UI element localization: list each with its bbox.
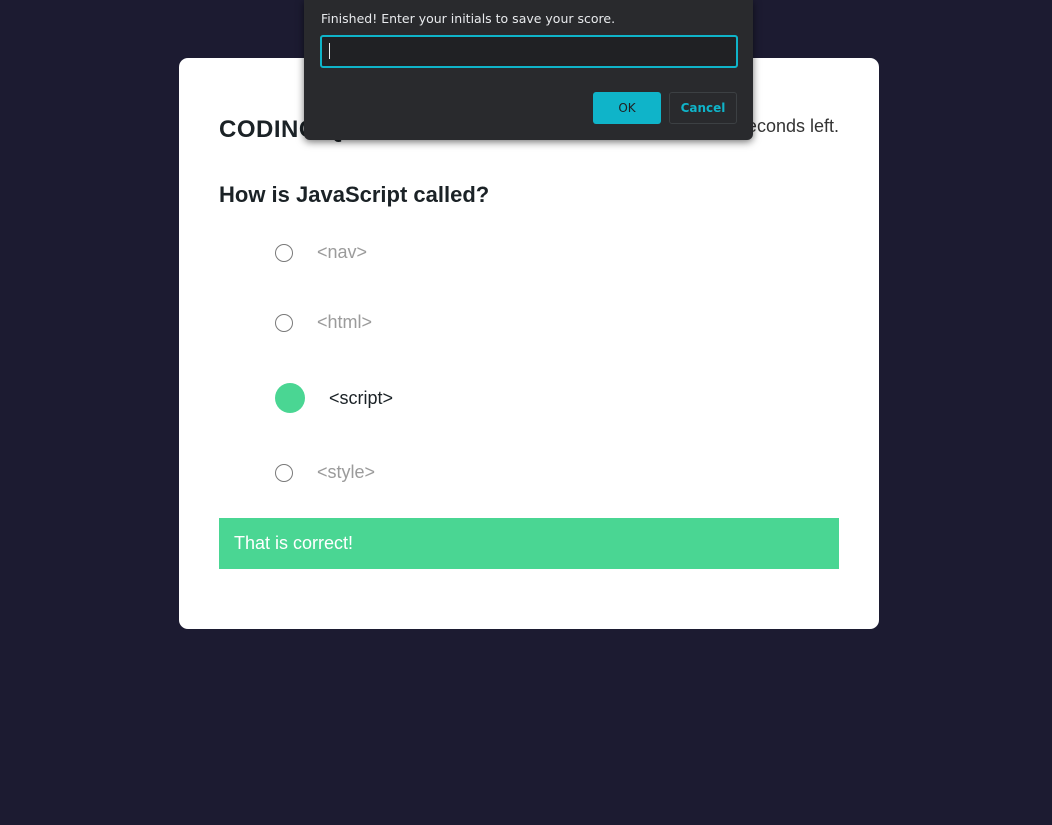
radio-button[interactable]	[275, 463, 293, 482]
feedback-text: That is correct!	[234, 533, 354, 553]
choice-label: <nav>	[317, 242, 368, 262]
prompt-dialog: Finished! Enter your initials to save yo…	[304, 0, 753, 140]
radio-button[interactable]	[275, 243, 293, 262]
choice-html[interactable]: <html>	[275, 312, 372, 333]
choice-label: <html>	[317, 312, 373, 332]
cancel-button[interactable]: Cancel	[669, 92, 737, 124]
question-text: How is JavaScript called?	[219, 182, 490, 207]
radio-button-selected[interactable]	[275, 383, 305, 413]
dialog-message: Finished! Enter your initials to save yo…	[321, 11, 616, 26]
choice-label: <style>	[317, 462, 376, 482]
choice-script[interactable]: <script>	[275, 383, 393, 413]
quiz-card: CODING QUIZ CHALLENGE 0 seconds left. Ho…	[179, 58, 879, 629]
text-caret	[329, 43, 330, 59]
radio-button[interactable]	[275, 313, 293, 332]
choice-style[interactable]: <style>	[275, 462, 375, 483]
choice-nav[interactable]: <nav>	[275, 242, 367, 263]
ok-button[interactable]: OK	[593, 92, 661, 124]
choice-label: <script>	[329, 387, 394, 408]
initials-input[interactable]	[320, 35, 738, 68]
feedback-banner: That is correct!	[219, 518, 839, 569]
